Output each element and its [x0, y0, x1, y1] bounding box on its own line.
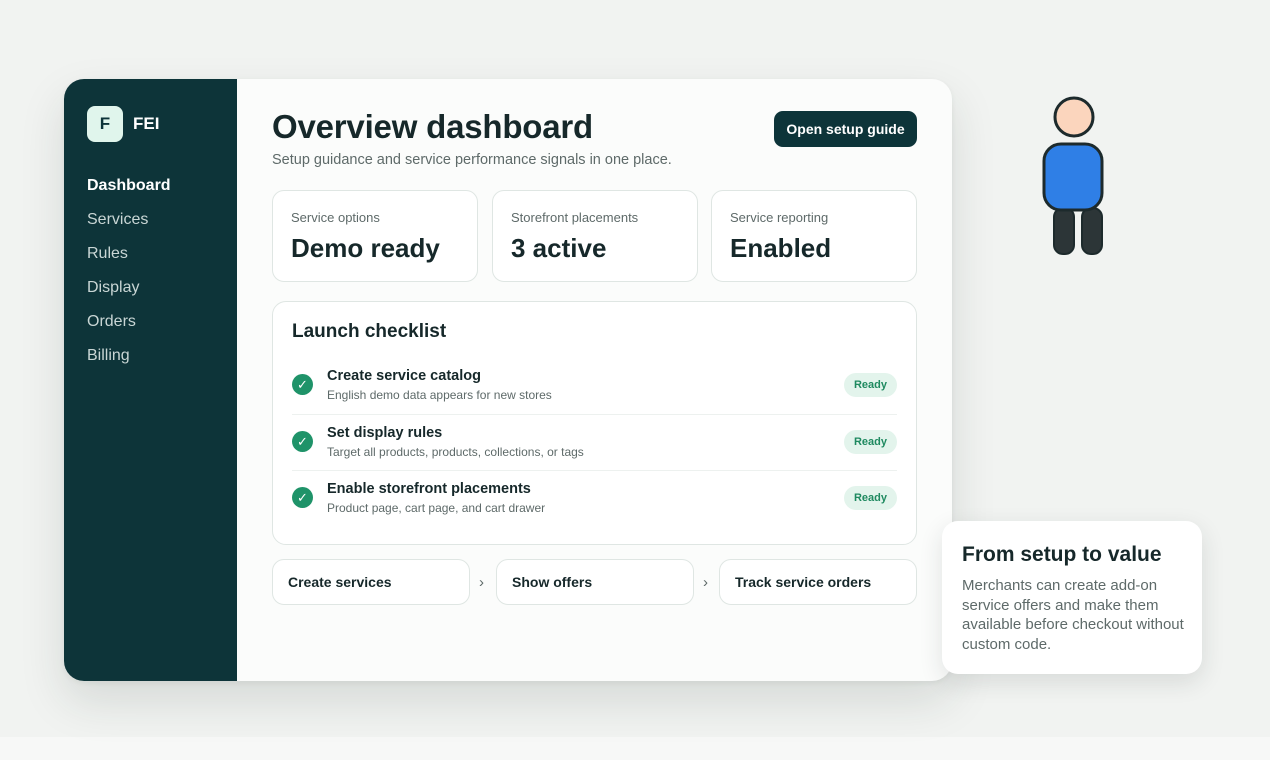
checklist-title: Launch checklist: [292, 321, 447, 342]
person-left-leg: [1053, 207, 1075, 255]
sidebar-item-rules[interactable]: Rules: [87, 243, 171, 277]
stat-card-service-reporting: Service reporting Enabled: [711, 190, 917, 282]
step-create-services[interactable]: Create services: [272, 559, 470, 605]
open-setup-guide-button[interactable]: Open setup guide: [774, 111, 917, 147]
value-callout-card: From setup to value Merchants can create…: [942, 521, 1202, 674]
brand-logo: F: [87, 106, 123, 142]
check-icon: ✓: [292, 431, 313, 452]
chevron-right-icon: ›: [479, 574, 484, 591]
chevron-right-icon: ›: [703, 574, 708, 591]
stat-value: Demo ready: [291, 233, 440, 263]
status-badge: Ready: [843, 373, 897, 397]
stat-value: Enabled: [730, 233, 832, 263]
person-body: [1042, 142, 1104, 212]
check-icon: ✓: [292, 374, 313, 395]
checklist-item-title: Enable storefront placements: [327, 481, 531, 497]
stat-label: Storefront placements: [511, 210, 639, 225]
page-footer-band: [0, 737, 1270, 760]
checklist-item-description: Target all products, products, collectio…: [327, 445, 584, 459]
checklist-item-title: Set display rules: [327, 425, 443, 441]
check-icon: ✓: [292, 487, 313, 508]
sidebar-item-display[interactable]: Display: [87, 277, 171, 311]
sidebar-item-services[interactable]: Services: [87, 209, 171, 243]
checklist-item[interactable]: ✓ Create service catalog English demo da…: [292, 358, 897, 414]
stat-label: Service options: [291, 210, 380, 225]
sidebar-item-billing[interactable]: Billing: [87, 345, 171, 379]
checklist-item-description: Product page, cart page, and cart drawer: [327, 501, 546, 515]
sidebar: F FEI Dashboard Services Rules Display O…: [64, 79, 237, 681]
stat-card-service-options: Service options Demo ready: [272, 190, 478, 282]
app-window: F FEI Dashboard Services Rules Display O…: [64, 79, 952, 681]
sidebar-item-orders[interactable]: Orders: [87, 311, 171, 345]
checklist-item-title: Create service catalog: [327, 368, 481, 384]
checklist-item-description: English demo data appears for new stores: [327, 388, 552, 402]
stat-card-storefront-placements: Storefront placements 3 active: [492, 190, 698, 282]
step-show-offers[interactable]: Show offers: [496, 559, 694, 605]
stat-value: 3 active: [511, 233, 607, 263]
person-right-leg: [1081, 207, 1103, 255]
stat-label: Service reporting: [730, 210, 829, 225]
brand[interactable]: F FEI: [87, 106, 159, 142]
status-badge: Ready: [843, 486, 897, 510]
sidebar-item-dashboard[interactable]: Dashboard: [87, 175, 171, 209]
callout-body: Merchants can create add-on service offe…: [962, 577, 1184, 653]
callout-title: From setup to value: [962, 543, 1162, 566]
person-illustration: [1042, 96, 1104, 255]
checklist-item[interactable]: ✓ Set display rules Target all products,…: [292, 414, 897, 470]
sidebar-nav: Dashboard Services Rules Display Orders …: [87, 175, 171, 379]
brand-name: FEI: [133, 114, 160, 133]
checklist-item[interactable]: ✓ Enable storefront placements Product p…: [292, 470, 897, 526]
main-content: Overview dashboard Setup guidance and se…: [237, 79, 952, 681]
launch-checklist: Launch checklist ✓ Create service catalo…: [272, 301, 917, 545]
status-badge: Ready: [843, 430, 897, 454]
page-subtitle: Setup guidance and service performance s…: [272, 152, 672, 168]
step-track-service-orders[interactable]: Track service orders: [719, 559, 917, 605]
person-head: [1053, 96, 1095, 138]
page-title: Overview dashboard: [272, 108, 594, 145]
